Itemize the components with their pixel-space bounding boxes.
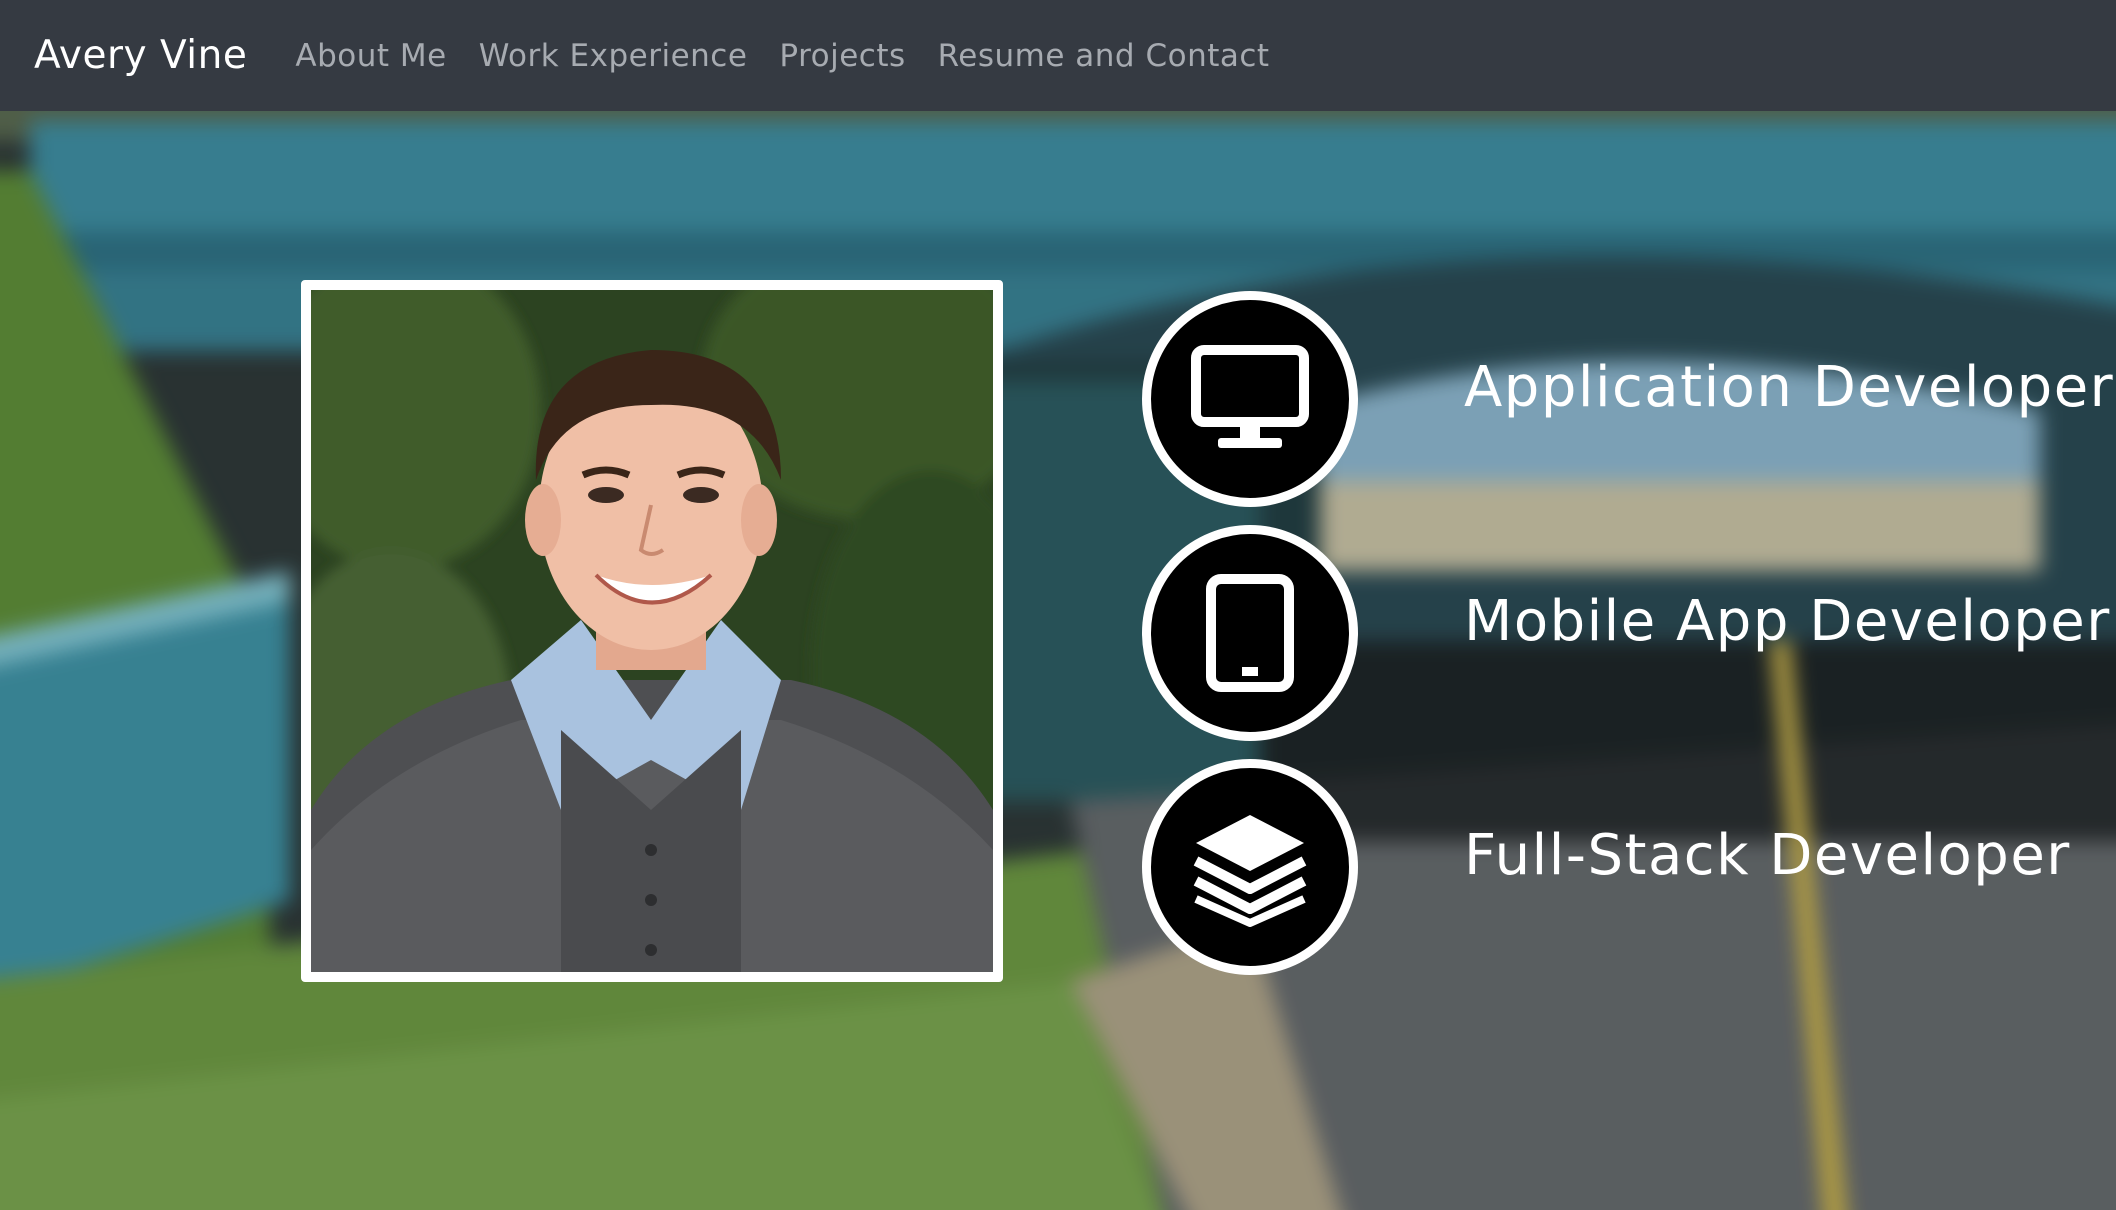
navbar: Avery Vine About Me Work Experience Proj… bbox=[0, 0, 2116, 111]
layers-icon bbox=[1142, 759, 1358, 975]
nav-link-projects[interactable]: Projects bbox=[779, 38, 905, 74]
profile-photo-image bbox=[311, 290, 993, 972]
profile-photo bbox=[301, 280, 1003, 982]
tablet-icon bbox=[1142, 525, 1358, 741]
role-label-full-stack-developer: Full-Stack Developer bbox=[1464, 823, 2071, 888]
role-label-mobile-app-developer: Mobile App Developer bbox=[1464, 589, 2111, 654]
brand-link[interactable]: Avery Vine bbox=[34, 33, 247, 78]
monitor-icon bbox=[1142, 291, 1358, 507]
role-label-application-developer: Application Developer bbox=[1464, 355, 2115, 420]
nav-link-about-me[interactable]: About Me bbox=[295, 38, 446, 74]
nav-link-resume-and-contact[interactable]: Resume and Contact bbox=[938, 38, 1270, 74]
nav-link-work-experience[interactable]: Work Experience bbox=[479, 38, 748, 74]
